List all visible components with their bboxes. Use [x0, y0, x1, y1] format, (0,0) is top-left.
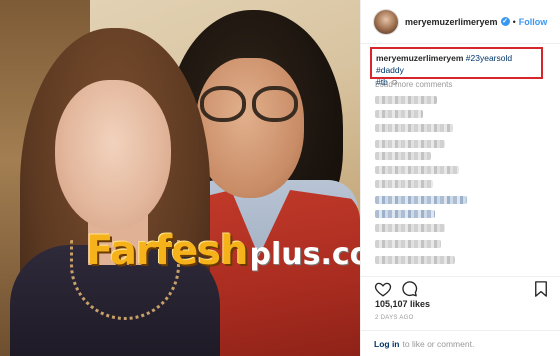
action-bar [360, 276, 560, 300]
blurred-comment [375, 110, 423, 118]
header-separator: • [512, 16, 516, 27]
bookmark-icon[interactable] [532, 280, 550, 298]
comment-icon[interactable] [400, 280, 418, 298]
login-footer: Log in to like or comment. [360, 330, 560, 356]
blurred-comment [375, 166, 459, 174]
post-timestamp: 2 DAYS AGO [375, 315, 414, 321]
load-more-comments-button[interactable]: Load more comments [375, 80, 452, 89]
blurred-comment [375, 124, 453, 132]
likes-count[interactable]: 105,107 likes [375, 299, 430, 309]
avatar[interactable] [374, 9, 398, 34]
follow-button[interactable]: Follow [519, 17, 548, 27]
watermark-main-text: Farfesh [86, 228, 249, 274]
login-link[interactable]: Log in [374, 339, 400, 349]
photo-glasses-right [252, 86, 298, 122]
post-photo[interactable]: Farfesh plus.com [0, 0, 360, 356]
blurred-comment [375, 180, 433, 188]
hashtag-23yearsold[interactable]: #23yearsold [466, 53, 512, 63]
blurred-comment [375, 96, 437, 104]
login-footer-text: to like or comment. [402, 338, 475, 349]
photo-man-face [196, 58, 304, 198]
caption-highlighted: meryemuzerlimeryem #23yearsold #daddy #t… [370, 47, 543, 87]
blurred-comment [375, 240, 441, 248]
blurred-comment [375, 140, 445, 148]
blurred-comment [375, 152, 431, 160]
blurred-comment [375, 224, 445, 232]
caption-username[interactable]: meryemuzerlimeryem [376, 53, 463, 63]
photo-glasses-left [200, 86, 246, 122]
heart-icon[interactable] [374, 280, 392, 298]
photo-watermark: Farfesh plus.com [86, 228, 360, 278]
blurred-comment [375, 196, 467, 204]
post-header: meryemuzerlimeryem ✓ • Follow [360, 0, 560, 44]
blurred-comment [375, 210, 435, 218]
blurred-comment [375, 256, 455, 264]
photo-woman-face [55, 80, 171, 230]
hashtag-daddy[interactable]: #daddy [376, 65, 404, 75]
header-username[interactable]: meryemuzerlimeryem [405, 17, 498, 27]
watermark-sub-text: plus.com [249, 237, 360, 272]
verified-badge-icon: ✓ [500, 17, 510, 26]
